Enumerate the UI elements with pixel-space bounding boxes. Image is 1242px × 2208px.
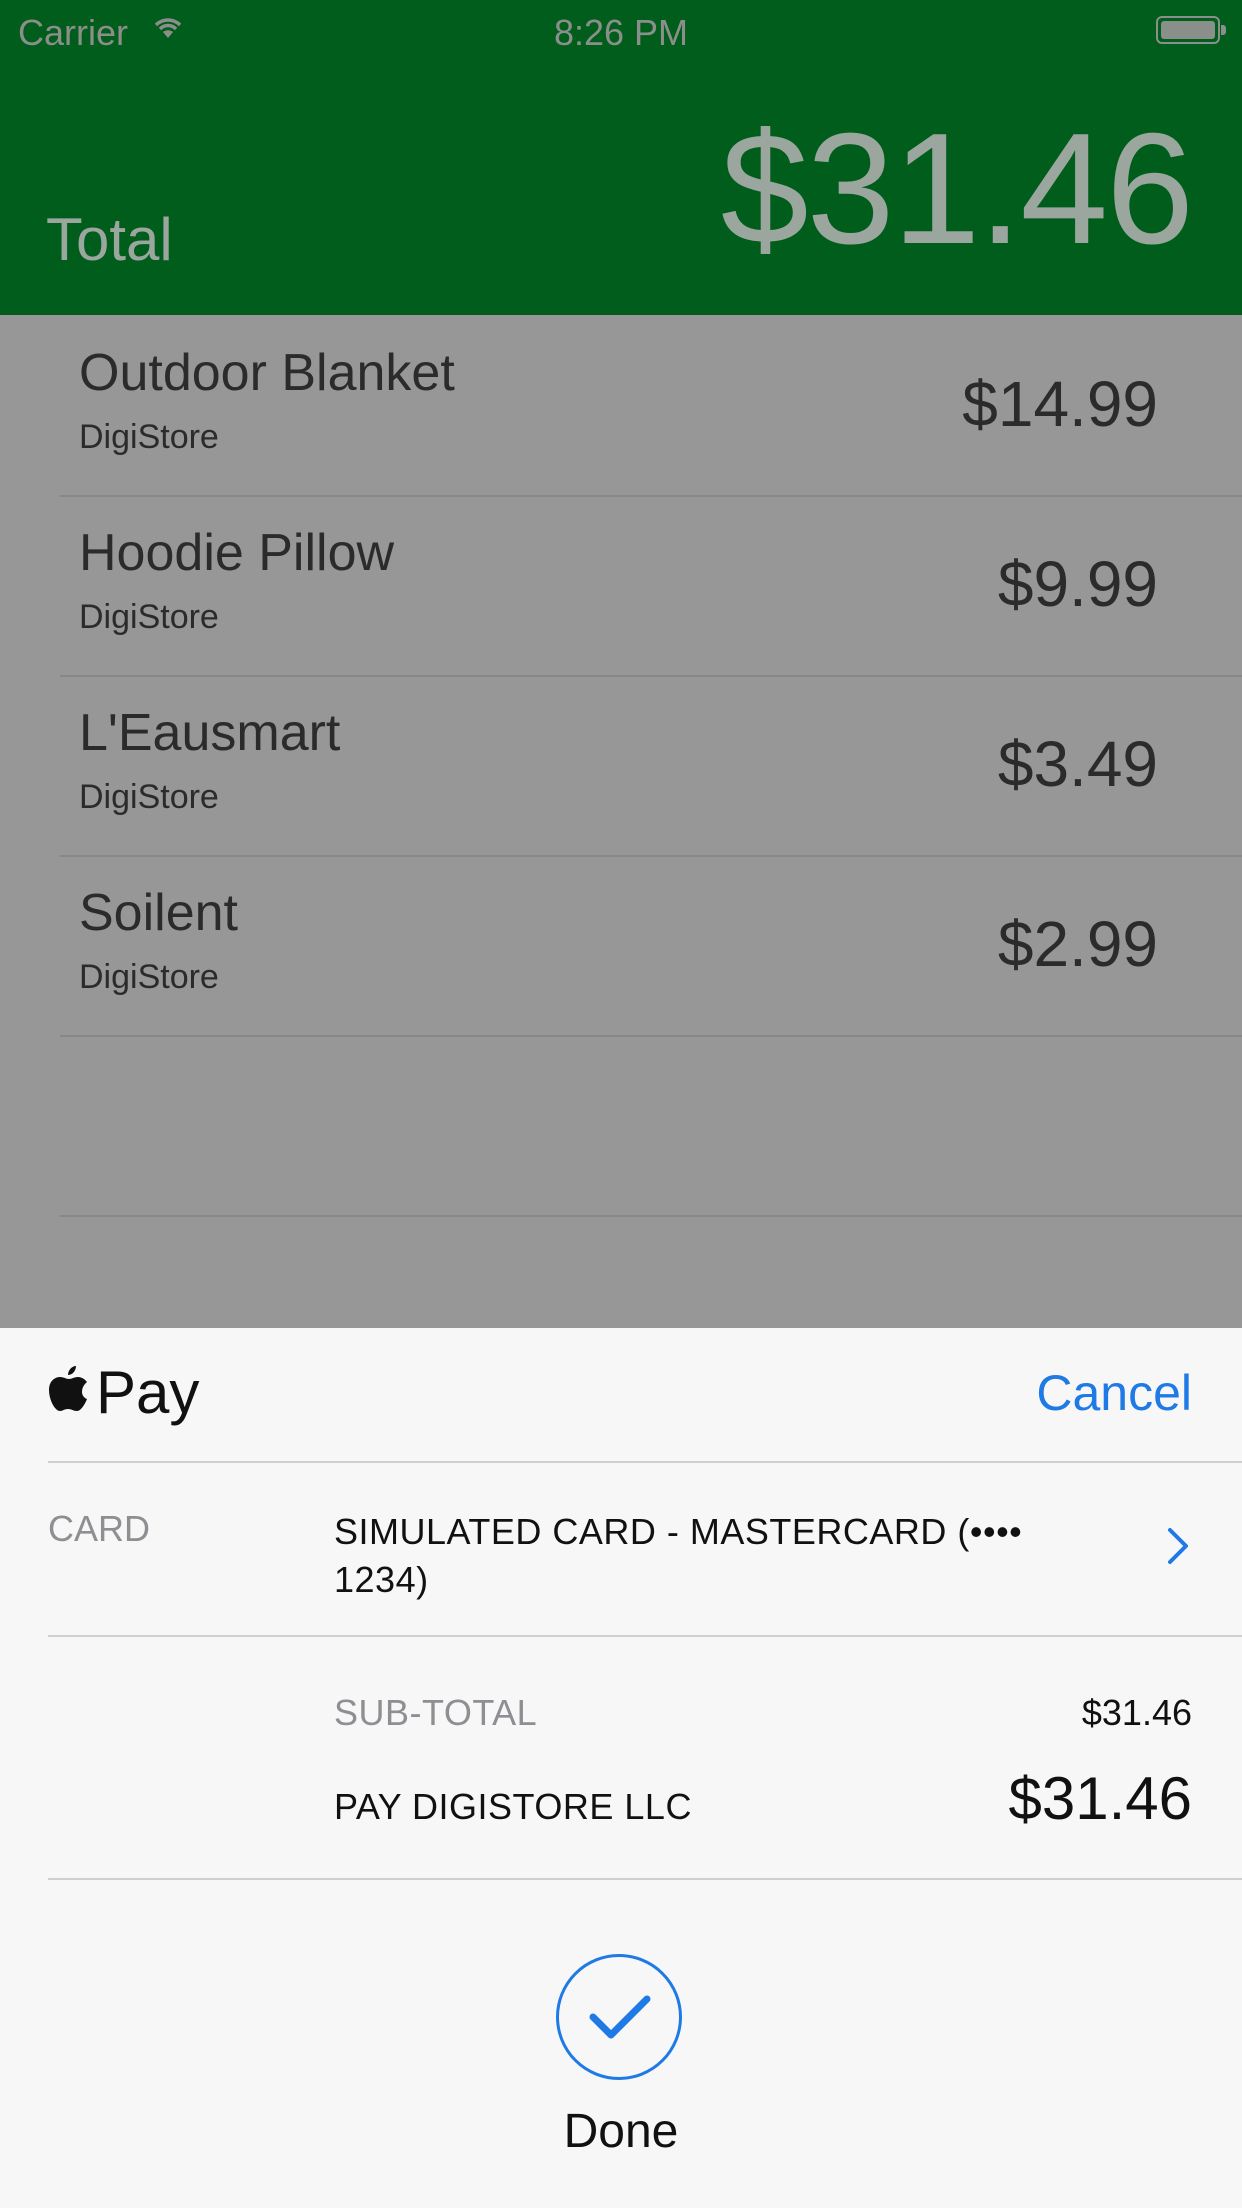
card-value: SIMULATED CARD - MASTERCARD (•••• 1234) <box>334 1511 1023 1600</box>
app-background: Carrier 8:26 PM Total $31.46 Outdoor Bla… <box>0 0 1242 1328</box>
list-item[interactable]: L'Eausmart DigiStore $3.49 <box>60 675 1242 857</box>
total-label: Total <box>46 206 173 273</box>
item-store: DigiStore <box>79 778 219 816</box>
battery-icon <box>1156 16 1226 44</box>
apple-pay-wordmark: Pay <box>96 1359 200 1426</box>
status-bar: Carrier 8:26 PM <box>0 0 1242 60</box>
item-price: $3.49 <box>997 728 1158 800</box>
item-store: DigiStore <box>79 418 219 456</box>
apple-pay-sheet: Pay Cancel CARD SIMULATED CARD - MASTERC… <box>0 1328 1242 2208</box>
list-item[interactable]: Soilent DigiStore $2.99 <box>60 855 1242 1037</box>
list-item[interactable]: Hoodie Pillow DigiStore $9.99 <box>60 495 1242 677</box>
done-label: Done <box>563 2105 679 2158</box>
checkmark-icon <box>589 1995 651 2039</box>
pay-merchant-label: PAY DIGISTORE LLC <box>334 1786 692 1827</box>
apple-logo-icon <box>49 1366 87 1411</box>
divider <box>48 1461 1242 1463</box>
item-name: Outdoor Blanket <box>79 344 455 402</box>
cart-list: Outdoor Blanket DigiStore $14.99 Hoodie … <box>0 315 1242 1328</box>
item-price: $14.99 <box>962 368 1158 440</box>
card-label: CARD <box>48 1508 151 1549</box>
status-time: 8:26 PM <box>553 12 689 53</box>
divider <box>48 1878 1242 1880</box>
chevron-right-icon <box>1168 1528 1188 1564</box>
cancel-button[interactable]: Cancel <box>1036 1364 1192 1422</box>
divider <box>48 1635 1242 1637</box>
subtotal-label: SUB-TOTAL <box>334 1692 538 1733</box>
item-name: Hoodie Pillow <box>79 524 395 582</box>
subtotal-value: $31.46 <box>1081 1692 1192 1733</box>
total-header: Carrier 8:26 PM Total $31.46 <box>0 0 1242 315</box>
item-store: DigiStore <box>79 598 219 636</box>
item-store: DigiStore <box>79 958 219 996</box>
total-amount: $31.46 <box>720 101 1194 277</box>
item-price: $9.99 <box>997 548 1158 620</box>
item-name: L'Eausmart <box>79 704 341 762</box>
done-checkmark <box>556 1954 682 2080</box>
item-name: Soilent <box>79 884 238 942</box>
item-price: $2.99 <box>997 908 1158 980</box>
apple-pay-header: Pay Cancel <box>0 1328 1242 1461</box>
pay-total-value: $31.46 <box>1008 1765 1192 1832</box>
empty-row <box>60 1035 1242 1217</box>
list-item[interactable]: Outdoor Blanket DigiStore $14.99 <box>60 315 1242 497</box>
